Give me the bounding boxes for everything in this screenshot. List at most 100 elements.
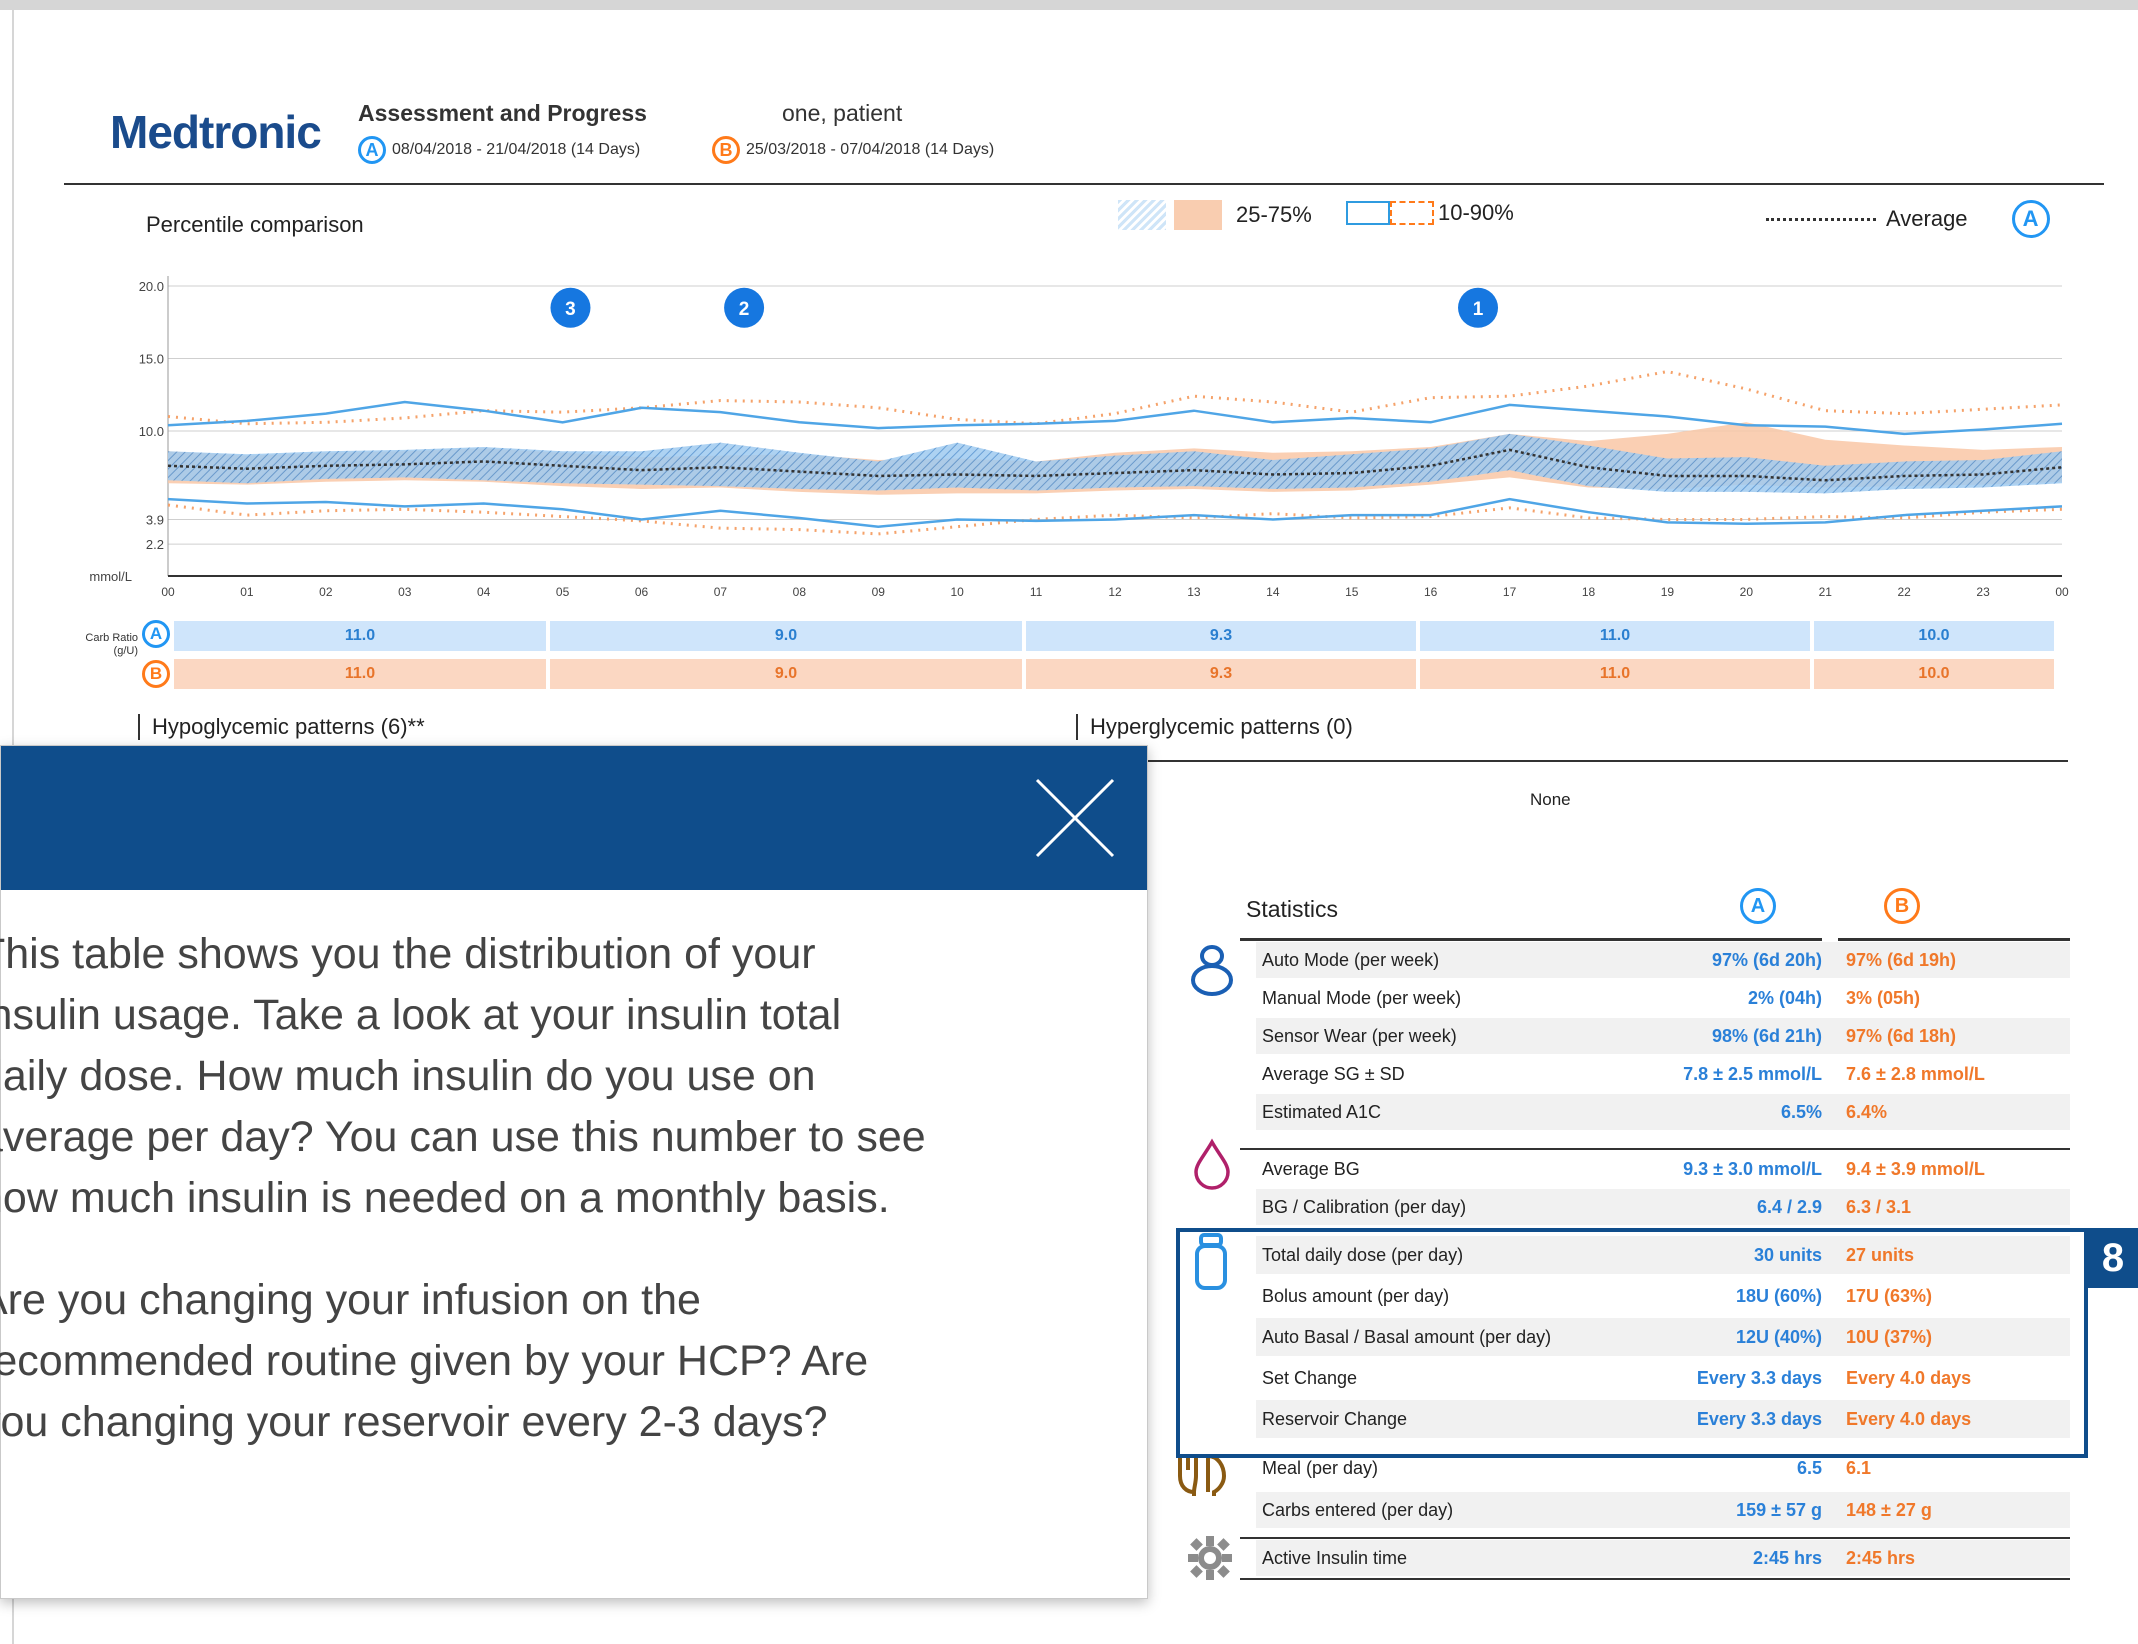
- popup-line: Are you changing your infusion on the: [0, 1276, 701, 1324]
- info-popup: This table shows you the distribution of…: [0, 745, 1148, 1599]
- window-top-border: [0, 0, 2138, 10]
- stat-label: Average BG: [1262, 1158, 1360, 1179]
- statistics-header-rule-a: [1240, 938, 1822, 941]
- popup-line: This table shows you the distribution of…: [0, 930, 816, 978]
- hyperglycemic-none: None: [1530, 790, 1571, 809]
- hyperglycemic-divider: [1076, 760, 2068, 762]
- stat-label: Active Insulin time: [1262, 1547, 1408, 1568]
- insulin-usage-highlight: [1176, 1228, 2088, 1458]
- popup-paragraph-1: This table shows you the distribution of…: [0, 924, 1139, 1229]
- popup-line: insulin usage. Take a look at your insul…: [0, 991, 842, 1039]
- x-tick-label: 03: [398, 585, 412, 599]
- carb-ratio-a-marker: A: [142, 620, 170, 648]
- x-tick-label: 23: [1976, 585, 1990, 599]
- percentile-chart: 20.0 15.0 10.0 3.9 2.2 mmol/L 00 01 02 03 04 05 06 07…: [89, 276, 2069, 599]
- legend-swatch-a-outline: [1346, 201, 1390, 225]
- pattern-marker-label: 2: [739, 299, 750, 320]
- x-tick-label: 02: [319, 585, 333, 599]
- legend-10-90-label: 10-90%: [1438, 200, 1514, 225]
- patient-name: one, patient: [782, 100, 903, 126]
- stat-value-a: 6.5%: [1780, 1101, 1822, 1122]
- stat-value-a: 6.4 / 2.9: [1756, 1196, 1822, 1217]
- legend-swatch-b-filled: [1174, 200, 1222, 230]
- y-unit-label: mmol/L: [89, 569, 132, 584]
- carb-ratio-cell: 10.0: [1814, 659, 2054, 689]
- x-tick-label: 01: [240, 585, 254, 599]
- carb-ratio-label-line2: (g/U): [113, 645, 138, 657]
- popup-header: [1, 746, 1147, 890]
- close-icon[interactable]: [1027, 770, 1123, 866]
- x-tick-label: 14: [1266, 585, 1280, 599]
- x-tick-label: 15: [1345, 585, 1359, 599]
- date-range-b-text: 25/03/2018 - 07/04/2018 (14 Days): [746, 141, 995, 158]
- popup-line: how much insulin is needed on a monthly …: [0, 1174, 890, 1222]
- stat-value-a: 2:45 hrs: [1752, 1547, 1822, 1568]
- popup-body: This table shows you the distribution of…: [0, 924, 1139, 1494]
- line-b-90: [167, 370, 2063, 426]
- popup-paragraph-2: Are you changing your infusion on the re…: [0, 1270, 1139, 1453]
- stat-value-a: 159 ± 57 g: [1736, 1499, 1822, 1520]
- x-tick-label: 06: [635, 585, 649, 599]
- x-tick-label: 00: [2055, 585, 2069, 599]
- legend-10-90: 10-90%: [1346, 200, 1514, 226]
- stat-row: Average BG 9.3 ± 3.0 mmol/L 9.4 ± 3.9 mm…: [1256, 1151, 2070, 1187]
- pattern-marker-label: 3: [565, 299, 576, 320]
- stat-value-b: 9.4 ± 3.9 mmol/L: [1846, 1158, 1985, 1179]
- stat-row: Carbs entered (per day) 159 ± 57 g 148 ±…: [1256, 1492, 2070, 1528]
- legend-25-75: 25-75%: [1118, 200, 1312, 230]
- period-b-marker: B: [712, 136, 740, 164]
- x-tick-label: 16: [1424, 585, 1438, 599]
- stat-label: Manual Mode (per week): [1262, 987, 1462, 1008]
- stat-value-b: 3% (05h): [1846, 987, 1921, 1008]
- y-tick-label: 2.2: [146, 537, 164, 552]
- legend-average: Average A: [1766, 200, 2050, 238]
- x-tick-label: 13: [1187, 585, 1201, 599]
- x-tick-label: 08: [793, 585, 807, 599]
- blood-drop-icon: [1194, 1138, 1230, 1190]
- statistics-group-rule: [1240, 1537, 2070, 1539]
- step-number-badge: 8: [2088, 1228, 2138, 1288]
- legend-average-line: [1766, 217, 1876, 221]
- stat-row: Auto Mode (per week) 97% (6d 20h) 97% (6…: [1256, 942, 2070, 978]
- stat-value-a: 2% (04h): [1747, 987, 1822, 1008]
- x-tick-label: 20: [1740, 585, 1754, 599]
- legend-average-label: Average: [1886, 206, 1968, 231]
- sensor-icon: [1191, 945, 1233, 996]
- y-tick-label: 3.9: [146, 512, 164, 527]
- stat-row: BG / Calibration (per day) 6.4 / 2.9 6.3…: [1256, 1189, 2070, 1225]
- x-tick-label: 10: [950, 585, 964, 599]
- popup-line: average per day? You can use this number…: [0, 1113, 926, 1161]
- legend-swatch-b-dashed: [1390, 201, 1434, 225]
- stat-row: Sensor Wear (per week) 98% (6d 21h) 97% …: [1256, 1018, 2070, 1054]
- stat-row: Average SG ± SD 7.8 ± 2.5 mmol/L 7.6 ± 2…: [1256, 1056, 2070, 1092]
- line-a-90: [167, 400, 2063, 436]
- stat-label: Average SG ± SD: [1262, 1063, 1405, 1084]
- statistics-col-b-marker: B: [1884, 888, 1920, 924]
- date-range-a-text: 08/04/2018 - 21/04/2018 (14 Days): [392, 141, 641, 158]
- statistics-header-rule-b: [1838, 938, 2070, 941]
- x-tick-label: 04: [477, 585, 491, 599]
- stat-label: BG / Calibration (per day): [1262, 1196, 1467, 1217]
- stat-value-b: 97% (6d 18h): [1846, 1025, 1957, 1046]
- x-tick-label: 00: [161, 585, 175, 599]
- popup-line: you changing your reservoir every 2-3 da…: [0, 1398, 828, 1446]
- stat-label: Auto Mode (per week): [1262, 949, 1440, 970]
- statistics-title: Statistics: [1246, 896, 1339, 922]
- legend-average-marker: A: [2011, 200, 2050, 238]
- carb-ratio-cell: 9.3: [1026, 659, 1416, 689]
- stat-value-a: 6.5: [1796, 1457, 1822, 1478]
- stat-value-a: 98% (6d 21h): [1711, 1025, 1822, 1046]
- date-range-a: A 08/04/2018 - 21/04/2018 (14 Days): [358, 136, 640, 164]
- x-tick-label: 11: [1030, 585, 1043, 599]
- hypoglycemic-patterns-title: Hypoglycemic patterns (6)**: [138, 714, 425, 740]
- x-tick-label: 21: [1819, 585, 1833, 599]
- carb-ratio-cell: 10.0: [1814, 621, 2054, 651]
- stat-value-b: 7.6 ± 2.8 mmol/L: [1846, 1063, 1985, 1084]
- carb-ratio-label-line1: Carb Ratio: [85, 632, 138, 644]
- carb-ratio-cell: 11.0: [1420, 621, 1810, 651]
- stat-value-a: 9.3 ± 3.0 mmol/L: [1683, 1158, 1822, 1179]
- stat-value-b: 6.1: [1846, 1457, 1872, 1478]
- stat-row: Active Insulin time 2:45 hrs 2:45 hrs: [1256, 1540, 2070, 1576]
- statistics-col-a-marker: A: [1740, 888, 1776, 924]
- stat-value-a: 7.8 ± 2.5 mmol/L: [1683, 1063, 1822, 1084]
